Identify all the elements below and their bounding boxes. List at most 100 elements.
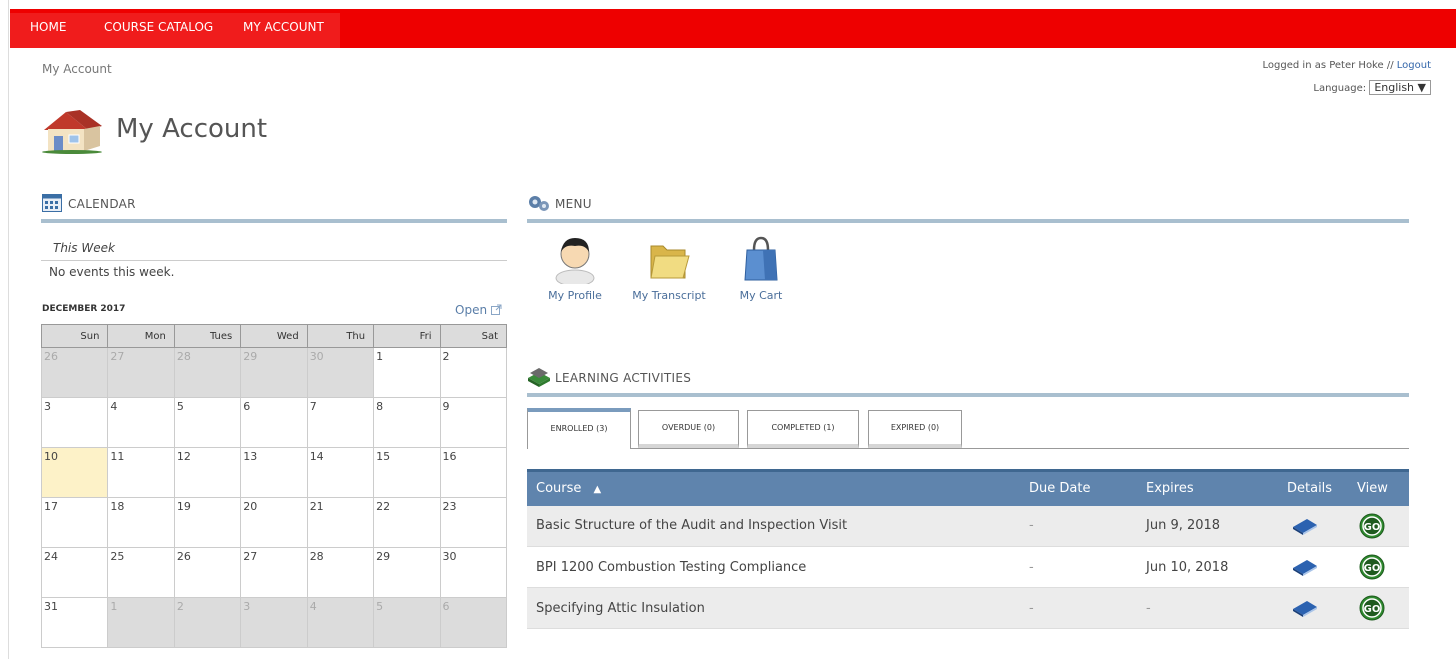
table-row: Basic Structure of the Audit and Inspect… [527,505,1409,547]
this-week-label: This Week [53,241,115,255]
calendar-day[interactable]: 2 [173,597,242,648]
left-border [0,0,9,659]
column-course[interactable]: Course ▲ [527,469,1020,506]
calendar-day[interactable]: 13 [240,447,308,498]
go-button[interactable]: GO [1355,505,1409,547]
house-icon [42,110,102,154]
details-button[interactable] [1283,587,1355,629]
shopping-bag-icon [744,236,778,281]
menu-label: My Cart [739,289,783,302]
day-header: Fri [373,324,441,348]
login-text: Logged in as Peter Hoke // [1262,60,1394,71]
calendar-day[interactable]: 21 [306,497,375,548]
calendar-day[interactable]: 18 [107,497,175,548]
open-label: Open [455,303,488,317]
go-icon: GO [1359,554,1385,580]
menu-rule [527,219,1409,223]
details-button[interactable] [1283,505,1355,547]
expires-date: - [1137,587,1283,629]
nav-my-account[interactable]: MY ACCOUNT [243,20,324,34]
expires-date: Jun 9, 2018 [1137,505,1283,547]
calendar-day[interactable]: 1 [373,347,441,398]
logout-link[interactable]: Logout [1397,60,1431,71]
language-label: Language: [1313,83,1367,94]
page-title: My Account [116,114,268,144]
calendar-day[interactable]: 28 [306,547,375,598]
calendar-day[interactable]: 24 [40,547,109,598]
menu-heading: MENU [555,197,592,211]
calendar-day[interactable]: 29 [240,347,308,398]
books-icon [528,368,550,387]
calendar-day[interactable]: 11 [107,447,175,498]
day-header: Sun [40,324,109,348]
calendar-day[interactable]: 8 [373,397,441,448]
table-row: BPI 1200 Combustion Testing Compliance -… [527,546,1409,588]
calendar-day[interactable]: 28 [173,347,242,398]
calendar-day[interactable]: 14 [306,447,375,498]
language-select[interactable]: English ▼ [1369,80,1431,95]
calendar-day[interactable]: 6 [439,597,508,648]
calendar-day[interactable]: 6 [240,397,308,448]
course-title[interactable]: BPI 1200 Combustion Testing Compliance [527,546,1020,588]
course-title[interactable]: Specifying Attic Insulation [527,587,1020,629]
calendar-day[interactable]: 27 [107,347,175,398]
profile-icon [555,238,595,287]
tab-expired[interactable]: EXPIRED (0) [868,410,962,448]
calendar-day[interactable]: 30 [439,547,508,598]
calendar-day[interactable]: 17 [40,497,109,548]
calendar-open-link[interactable]: Open [455,303,502,317]
calendar-day[interactable]: 29 [373,547,441,598]
calendar-day[interactable]: 31 [40,597,109,648]
tab-enrolled[interactable]: ENROLLED (3) [527,408,631,449]
calendar-day[interactable]: 7 [306,397,375,448]
calendar-day[interactable]: 16 [439,447,508,498]
calendar-day[interactable]: 5 [173,397,242,448]
calendar-day[interactable]: 20 [240,497,308,548]
calendar-day[interactable]: 9 [439,397,508,448]
column-expires[interactable]: Expires [1137,469,1283,506]
nav-home[interactable]: HOME [30,20,66,34]
menu-my-cart[interactable]: My Cart [733,234,789,302]
calendar-day[interactable]: 23 [439,497,508,548]
calendar-day[interactable]: 26 [40,347,109,398]
calendar-day[interactable]: 5 [373,597,441,648]
nav-course-catalog[interactable]: COURSE CATALOG [104,20,213,34]
day-header: Sat [439,324,508,348]
go-button[interactable]: GO [1355,587,1409,629]
course-title[interactable]: Basic Structure of the Audit and Inspect… [527,505,1020,547]
calendar-grid: Sun Mon Tues Wed Thu Fri Sat 26 27 28 29… [40,324,508,648]
courses-table: Course ▲ Due Date Expires Details View B… [527,469,1409,629]
calendar-day[interactable]: 3 [240,597,308,648]
column-details: Details [1283,469,1355,506]
menu-label: My Profile [548,289,602,302]
menu-my-transcript[interactable]: My Transcript [627,234,711,302]
calendar-day[interactable]: 12 [173,447,242,498]
breadcrumb: My Account [42,62,112,76]
calendar-day[interactable]: 25 [107,547,175,598]
calendar-day[interactable]: 27 [240,547,308,598]
tab-completed[interactable]: COMPLETED (1) [747,410,859,448]
calendar-day[interactable]: 4 [107,397,175,448]
no-events-text: No events this week. [49,265,175,279]
column-due-date[interactable]: Due Date [1020,469,1137,506]
calendar-day[interactable]: 3 [40,397,109,448]
calendar-day[interactable]: 4 [306,597,375,648]
menu-my-profile[interactable]: My Profile [542,234,608,302]
calendar-day[interactable]: 22 [373,497,441,548]
go-button[interactable]: GO [1355,546,1409,588]
calendar-day[interactable]: 26 [173,547,242,598]
calendar-day[interactable]: 1 [107,597,175,648]
sort-ascending-icon: ▲ [593,484,602,496]
details-button[interactable] [1283,546,1355,588]
due-date: - [1020,587,1137,629]
calendar-day[interactable]: 30 [306,347,375,398]
week-divider [41,260,507,261]
external-link-icon [490,304,502,315]
learning-heading: LEARNING ACTIVITIES [555,371,692,385]
calendar-day-today[interactable]: 10 [40,447,109,498]
calendar-day[interactable]: 2 [439,347,508,398]
calendar-day[interactable]: 19 [173,497,242,548]
tab-overdue[interactable]: OVERDUE (0) [638,410,739,448]
calendar-day[interactable]: 15 [373,447,441,498]
go-label: GO [1364,522,1381,533]
